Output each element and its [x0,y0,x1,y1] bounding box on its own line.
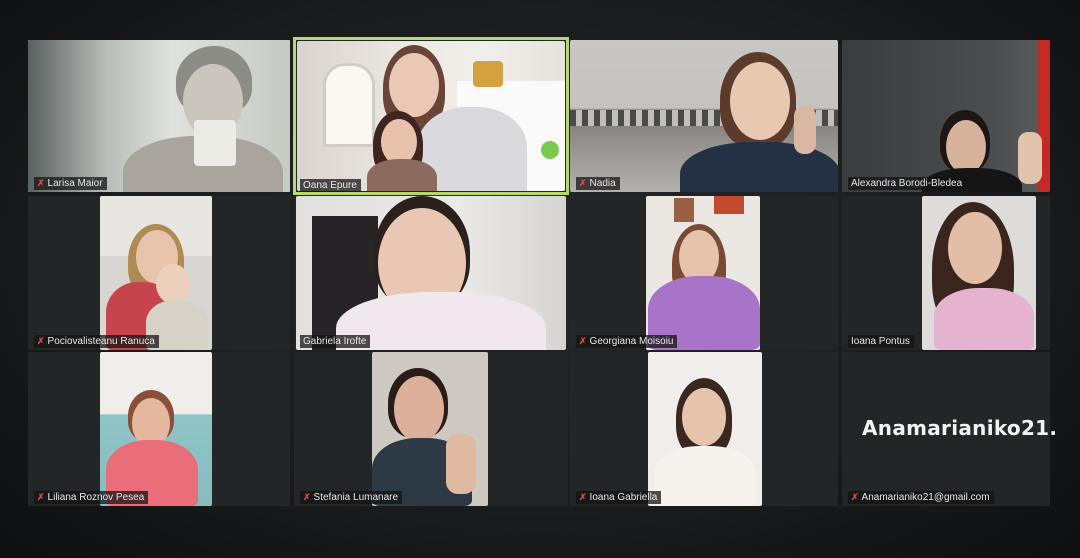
participant-name-label: Gabriela Irofte [300,335,371,348]
participant-tile-liliana-roznov-pesea[interactable]: ✗ Liliana Roznov Pesea [28,352,290,506]
participant-video [842,40,1050,192]
participant-name-label: ✗ Liliana Roznov Pesea [34,491,149,504]
muted-microphone-icon: ✗ [37,336,45,346]
participant-name-label: ✗ Stefania Lumanare [300,491,403,504]
participant-name-label: Alexandra Borodi-Bledea [848,177,967,190]
muted-microphone-icon: ✗ [303,492,311,502]
participant-tile-ioana-pontus[interactable]: Ioana Pontus [842,196,1050,350]
participant-video [100,352,212,506]
participant-name-label: Ioana Pontus [848,335,914,348]
participant-tile-oana-epure[interactable]: Oana Epure [293,37,569,195]
participant-tile-stefania-lumanare[interactable]: ✗ Stefania Lumanare [294,352,568,506]
participant-video [570,40,838,192]
participant-name-label: ✗ Nadia [576,177,620,190]
participant-video [648,352,762,506]
participant-tile-gabriela-irofte[interactable]: Gabriela Irofte [294,196,568,350]
gallery-view: ✗ Larisa Maior Oana Epure ✗ Nadia Alexan… [0,0,1080,558]
muted-microphone-icon: ✗ [579,492,587,502]
participant-name-label: ✗ Ioana Gabriella [576,491,662,504]
participant-video [100,196,212,350]
participant-tile-larisa-maior[interactable]: ✗ Larisa Maior [28,40,290,192]
participant-name-label: ✗ Georgiana Moisoiu [576,335,678,348]
participant-video [372,352,488,506]
participant-tile-nadia[interactable]: ✗ Nadia [570,40,838,192]
participant-video [296,196,566,350]
participant-tile-alexandra-borodi-bledea[interactable]: Alexandra Borodi-Bledea [842,40,1050,192]
muted-microphone-icon: ✗ [37,178,45,188]
participant-name-label: Oana Epure [300,179,361,192]
participant-video [28,40,290,192]
participant-name-label: ✗ Anamarianiko21@gmail.com [848,491,994,504]
participant-tile-ioana-gabriella[interactable]: ✗ Ioana Gabriella [570,352,838,506]
muted-microphone-icon: ✗ [579,178,587,188]
muted-microphone-icon: ✗ [851,492,859,502]
participant-tile-georgiana-moisoiu[interactable]: ✗ Georgiana Moisoiu [570,196,838,350]
muted-microphone-icon: ✗ [579,336,587,346]
watermark-text: Anamarianiko21. [862,416,1058,440]
participant-video [922,196,1036,350]
muted-microphone-icon: ✗ [37,492,45,502]
participant-name-label: ✗ Pociovalisteanu Ranuca [34,335,159,348]
participant-video [646,196,760,350]
participant-tile-pociovalisteanu-ranuca[interactable]: ✗ Pociovalisteanu Ranuca [28,196,290,350]
participant-video [297,41,565,191]
participant-name-label: ✗ Larisa Maior [34,177,107,190]
